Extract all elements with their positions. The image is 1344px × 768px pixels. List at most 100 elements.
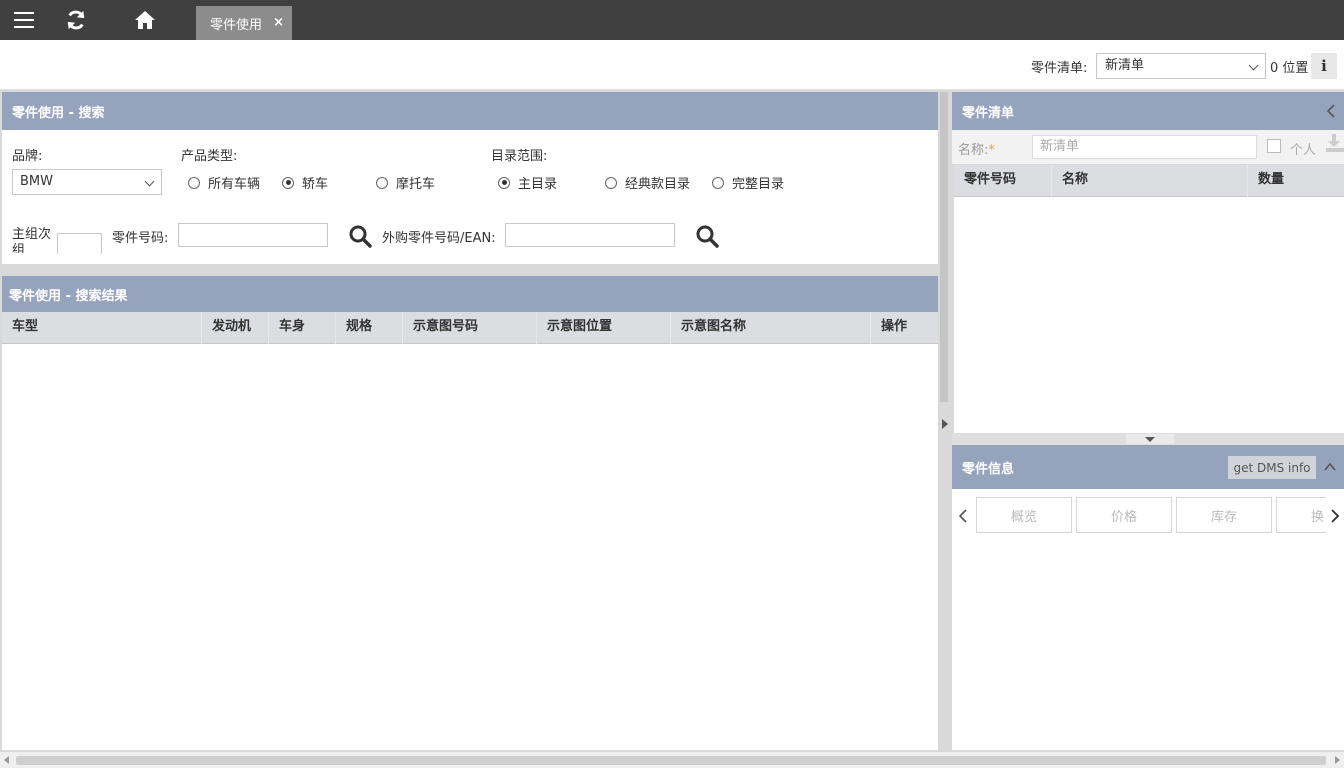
- parts-list-grid-header: 零件号码 名称 数量: [954, 165, 1344, 197]
- external-part-label: 外购零件号码/EAN:: [382, 231, 496, 246]
- menu-icon[interactable]: [10, 0, 38, 40]
- tab-part-usage[interactable]: 零件使用 ×: [196, 6, 292, 40]
- column-diagram-position[interactable]: 示意图位置: [537, 312, 671, 344]
- radio-checked-icon: [498, 176, 510, 189]
- brand-value: BMW: [20, 174, 53, 189]
- part-info-title: 零件信息: [962, 461, 1015, 477]
- radio-label: 经典款目录: [625, 177, 691, 192]
- chevron-right-icon[interactable]: [1330, 509, 1340, 523]
- radio-icon: [188, 176, 200, 189]
- search-panel-header: 零件使用 - 搜索: [2, 92, 938, 130]
- close-icon[interactable]: ×: [273, 15, 284, 30]
- get-dms-info-button[interactable]: get DMS info: [1228, 456, 1316, 479]
- info-icon: i: [1321, 57, 1327, 75]
- personal-label: 个人: [1290, 143, 1317, 158]
- results-grid-body: [2, 344, 938, 750]
- chevron-down-icon: [144, 176, 155, 187]
- radio-icon: [712, 176, 724, 189]
- position-count: 0 位置: [1270, 61, 1309, 76]
- radio-icon: [605, 176, 617, 189]
- tab-label: 价格: [1110, 509, 1137, 525]
- column-spec[interactable]: 规格: [336, 312, 403, 344]
- tab-label: 换: [1310, 509, 1324, 525]
- external-part-input[interactable]: [505, 223, 675, 247]
- results-panel-title: 零件使用 - 搜索结果: [9, 288, 128, 304]
- part-info-header: 零件信息 get DMS info: [952, 445, 1344, 489]
- results-panel-header: 零件使用 - 搜索结果: [2, 276, 938, 312]
- radio-icon: [376, 176, 388, 189]
- parts-list-label: 零件清单:: [1031, 61, 1088, 76]
- chevron-left-icon[interactable]: [958, 509, 968, 523]
- radio-label: 摩托车: [396, 177, 436, 192]
- part-number-label: 零件号码:: [112, 231, 169, 246]
- search-icon[interactable]: [348, 224, 372, 248]
- brand-select[interactable]: BMW: [12, 169, 162, 195]
- radio-motorcycle[interactable]: 摩托车: [376, 173, 435, 192]
- tab-stock[interactable]: 库存: [1176, 497, 1272, 533]
- part-number-input[interactable]: [178, 223, 328, 247]
- chevron-up-icon[interactable]: [1324, 462, 1336, 471]
- panel-splitter[interactable]: [938, 92, 952, 752]
- column-diagram-name[interactable]: 示意图名称: [671, 312, 871, 344]
- column-action[interactable]: 操作: [871, 312, 938, 344]
- results-grid-header: 车型 发动机 车身 规格 示意图号码 示意图位置 示意图名称 操作: [2, 312, 938, 344]
- list-name-input[interactable]: 新清单: [1032, 135, 1257, 159]
- personal-checkbox[interactable]: [1267, 139, 1281, 153]
- main-group-label: 主组次 组: [12, 227, 52, 253]
- radio-all-vehicles[interactable]: 所有车辆: [188, 173, 260, 192]
- download-icon[interactable]: [1324, 133, 1344, 153]
- brand-label: 品牌:: [12, 149, 43, 164]
- catalog-scope-label: 目录范围:: [491, 149, 548, 164]
- chevron-down-icon: [1248, 60, 1259, 71]
- radio-classic-catalog[interactable]: 经典款目录: [605, 173, 690, 192]
- parts-list-grid-body: [954, 197, 1344, 433]
- top-bar: 零件使用 ×: [0, 0, 1344, 40]
- tab-label: 概览: [1010, 509, 1037, 525]
- tab-label: 零件使用: [210, 17, 263, 33]
- tab-price[interactable]: 价格: [1076, 497, 1172, 533]
- parts-list-title: 零件清单: [962, 105, 1015, 121]
- radio-main-catalog[interactable]: 主目录: [498, 173, 557, 192]
- scroll-right-icon[interactable]: [1335, 756, 1340, 764]
- list-name-value: 新清单: [1040, 139, 1080, 154]
- column-part-number[interactable]: 零件号码: [954, 165, 1052, 197]
- column-diagram-number[interactable]: 示意图号码: [403, 312, 537, 344]
- sub-header: 零件清单: 新清单 0 位置 i: [0, 40, 1344, 90]
- horizontal-scrollbar[interactable]: [0, 752, 1344, 768]
- chevron-right-icon[interactable]: [942, 419, 948, 429]
- chevron-left-icon[interactable]: [1326, 104, 1336, 118]
- column-quantity[interactable]: 数量: [1248, 165, 1344, 197]
- radio-car[interactable]: 轿车: [282, 173, 328, 192]
- scrollbar-thumb[interactable]: [16, 756, 1326, 765]
- required-mark: *: [988, 143, 995, 158]
- parts-list-select[interactable]: 新清单: [1096, 53, 1266, 79]
- radio-label: 完整目录: [732, 177, 785, 192]
- radio-checked-icon: [282, 176, 294, 189]
- dms-button-label: get DMS info: [1233, 460, 1311, 475]
- radio-full-catalog[interactable]: 完整目录: [712, 173, 784, 192]
- scroll-left-icon[interactable]: [4, 756, 9, 764]
- name-label-text: 名称:: [958, 143, 989, 158]
- name-label: 名称:*: [958, 139, 995, 158]
- scrollbar-thumb[interactable]: [940, 92, 948, 402]
- main-group-input[interactable]: [57, 233, 102, 254]
- radio-label: 主目录: [518, 177, 558, 192]
- column-engine[interactable]: 发动机: [202, 312, 269, 344]
- product-type-label: 产品类型:: [181, 149, 238, 164]
- tab-label: 库存: [1210, 509, 1237, 525]
- column-model[interactable]: 车型: [2, 312, 202, 344]
- refresh-icon[interactable]: [62, 0, 90, 40]
- column-name[interactable]: 名称: [1052, 165, 1248, 197]
- parts-list-header: 零件清单: [952, 92, 1344, 130]
- parts-list-value: 新清单: [1105, 58, 1145, 73]
- info-button[interactable]: i: [1311, 53, 1337, 79]
- home-icon[interactable]: [131, 0, 159, 40]
- tab-overview[interactable]: 概览: [976, 497, 1072, 533]
- radio-label: 所有车辆: [208, 177, 261, 192]
- tab-exchange[interactable]: 换: [1276, 497, 1326, 533]
- horizontal-splitter[interactable]: [952, 433, 1344, 445]
- chevron-down-icon[interactable]: [1145, 437, 1155, 442]
- search-icon[interactable]: [695, 224, 719, 248]
- search-panel-title: 零件使用 - 搜索: [12, 105, 105, 121]
- column-body[interactable]: 车身: [269, 312, 336, 344]
